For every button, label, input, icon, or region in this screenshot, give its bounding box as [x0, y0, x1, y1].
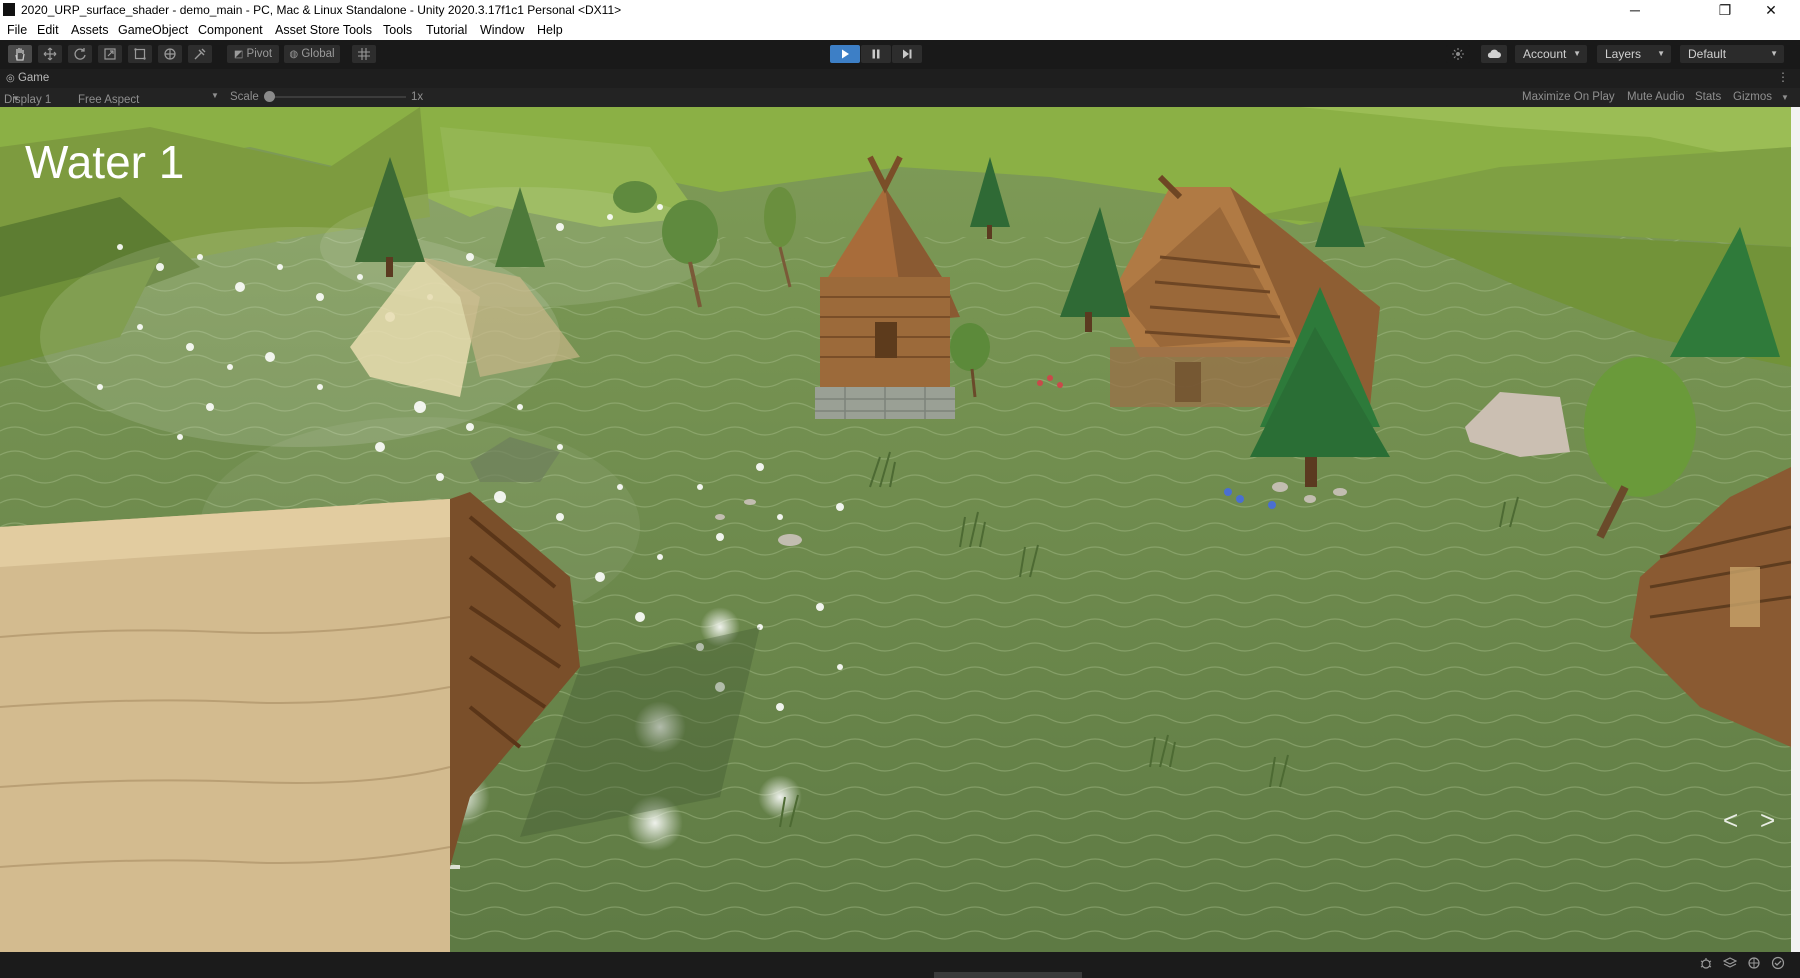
window-title: 2020_URP_surface_shader - demo_main - PC… — [21, 3, 621, 17]
menu-asset-store-tools[interactable]: Asset Store Tools — [275, 23, 372, 37]
layers-label: Layers — [1605, 47, 1641, 61]
round-tree-5 — [613, 181, 657, 213]
menu-assets[interactable]: Assets — [71, 23, 109, 37]
menu-tools[interactable]: Tools — [383, 23, 412, 37]
pivot-icon: ◩ — [234, 49, 243, 60]
menu-component[interactable]: Component — [198, 23, 263, 37]
global-label: Global — [301, 48, 334, 60]
restore-button[interactable]: ❐ — [1705, 0, 1745, 20]
tab-menu-icon[interactable]: ⋮ — [1777, 70, 1789, 84]
gizmos-toggle[interactable]: Gizmos — [1733, 91, 1772, 103]
chevron-down-icon: ▼ — [1770, 45, 1778, 63]
gamepad-icon: ◎ — [6, 73, 15, 84]
collab-button[interactable] — [1446, 45, 1470, 63]
chevron-down-icon: ▼ — [12, 94, 20, 103]
scale-slider-track[interactable] — [270, 96, 406, 98]
step-button[interactable] — [892, 45, 922, 63]
horizontal-scrollbar[interactable] — [934, 972, 1082, 978]
window-titlebar: 2020_URP_surface_shader - demo_main - PC… — [0, 0, 1800, 20]
layout-label: Default — [1688, 47, 1726, 61]
scale-value: 1x — [411, 91, 423, 103]
transform-icon — [163, 47, 177, 61]
pivot-label: Pivot — [247, 48, 273, 60]
check-icon[interactable] — [1771, 956, 1785, 970]
menu-tutorial[interactable]: Tutorial — [426, 23, 467, 37]
cloud-button[interactable] — [1481, 45, 1507, 63]
pivot-toggle[interactable]: ◩ Pivot — [227, 45, 279, 63]
scale-tool-button[interactable] — [98, 45, 122, 63]
rotate-tool-button[interactable] — [68, 45, 92, 63]
menu-file[interactable]: File — [7, 23, 27, 37]
layers-dropdown[interactable]: Layers ▼ — [1597, 45, 1671, 63]
mute-audio-toggle[interactable]: Mute Audio — [1627, 91, 1685, 103]
wrench-icon — [193, 47, 207, 61]
global-toggle[interactable]: ◍ Global — [284, 45, 340, 63]
chevron-down-icon: ▼ — [1573, 45, 1581, 63]
menu-edit[interactable]: Edit — [37, 23, 59, 37]
menu-gameobject[interactable]: GameObject — [118, 23, 188, 37]
unity-logo-icon — [3, 3, 15, 16]
account-dropdown[interactable]: Account ▼ — [1515, 45, 1587, 63]
scene-overlay-label: Water 1 — [25, 135, 184, 189]
close-button[interactable]: ✕ — [1751, 0, 1791, 20]
rect-icon — [133, 47, 147, 61]
chevron-down-icon: ▼ — [1657, 45, 1665, 63]
main-toolbar: ◩ Pivot ◍ Global Account ▼ Layers ▼ Defa… — [0, 40, 1800, 69]
layout-dropdown[interactable]: Default ▼ — [1680, 45, 1784, 63]
step-icon — [901, 48, 913, 60]
tab-game[interactable]: ◎ Game — [6, 72, 49, 84]
prev-arrow-button[interactable]: < — [1723, 805, 1738, 836]
rotate-icon — [73, 47, 87, 61]
scale-icon — [103, 47, 117, 61]
hand-icon — [13, 47, 27, 61]
minimize-button[interactable]: ─ — [1615, 0, 1655, 20]
layers-status-icon[interactable] — [1723, 956, 1737, 970]
play-icon — [839, 48, 851, 60]
aspect-label: Free Aspect — [78, 94, 139, 106]
tab-game-label: Game — [18, 72, 49, 84]
scale-label: Scale — [230, 91, 259, 103]
grid-icon — [357, 47, 371, 61]
play-button[interactable] — [830, 45, 860, 63]
rect-tool-button[interactable] — [128, 45, 152, 63]
menu-bar: File Edit Assets GameObject Component As… — [0, 20, 1800, 40]
transform-tool-button[interactable] — [158, 45, 182, 63]
game-tab-bar: ◎ Game ⋮ — [0, 69, 1800, 88]
game-viewport[interactable]: Water 1 < > — [0, 107, 1791, 952]
cloud-icon — [1486, 48, 1502, 60]
maximize-on-play-toggle[interactable]: Maximize On Play — [1522, 91, 1615, 103]
pause-icon — [870, 48, 882, 60]
move-icon — [43, 47, 57, 61]
next-arrow-button[interactable]: > — [1760, 805, 1775, 836]
custom-tool-button[interactable] — [188, 45, 212, 63]
stats-toggle[interactable]: Stats — [1695, 91, 1721, 103]
bug-icon[interactable] — [1699, 956, 1713, 970]
game-scene — [0, 107, 1791, 952]
globe-icon: ◍ — [289, 49, 298, 60]
hand-tool-button[interactable] — [8, 45, 32, 63]
menu-help[interactable]: Help — [537, 23, 563, 37]
network-icon[interactable] — [1747, 956, 1761, 970]
chevron-down-icon[interactable]: ▼ — [1781, 93, 1789, 102]
status-bar — [0, 952, 1800, 978]
right-edge-strip — [1791, 107, 1800, 952]
pause-button[interactable] — [861, 45, 891, 63]
scale-slider-handle[interactable] — [264, 91, 275, 102]
menu-window[interactable]: Window — [480, 23, 524, 37]
grid-snap-button[interactable] — [352, 45, 376, 63]
move-tool-button[interactable] — [38, 45, 62, 63]
chevron-down-icon: ▼ — [211, 91, 219, 100]
collab-icon — [1451, 47, 1465, 61]
account-label: Account — [1523, 47, 1566, 61]
